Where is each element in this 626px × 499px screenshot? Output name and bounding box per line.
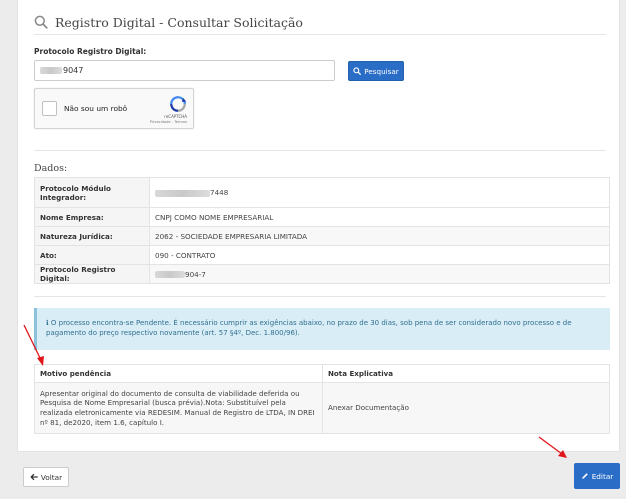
annotation-arrow bbox=[23, 324, 567, 458]
